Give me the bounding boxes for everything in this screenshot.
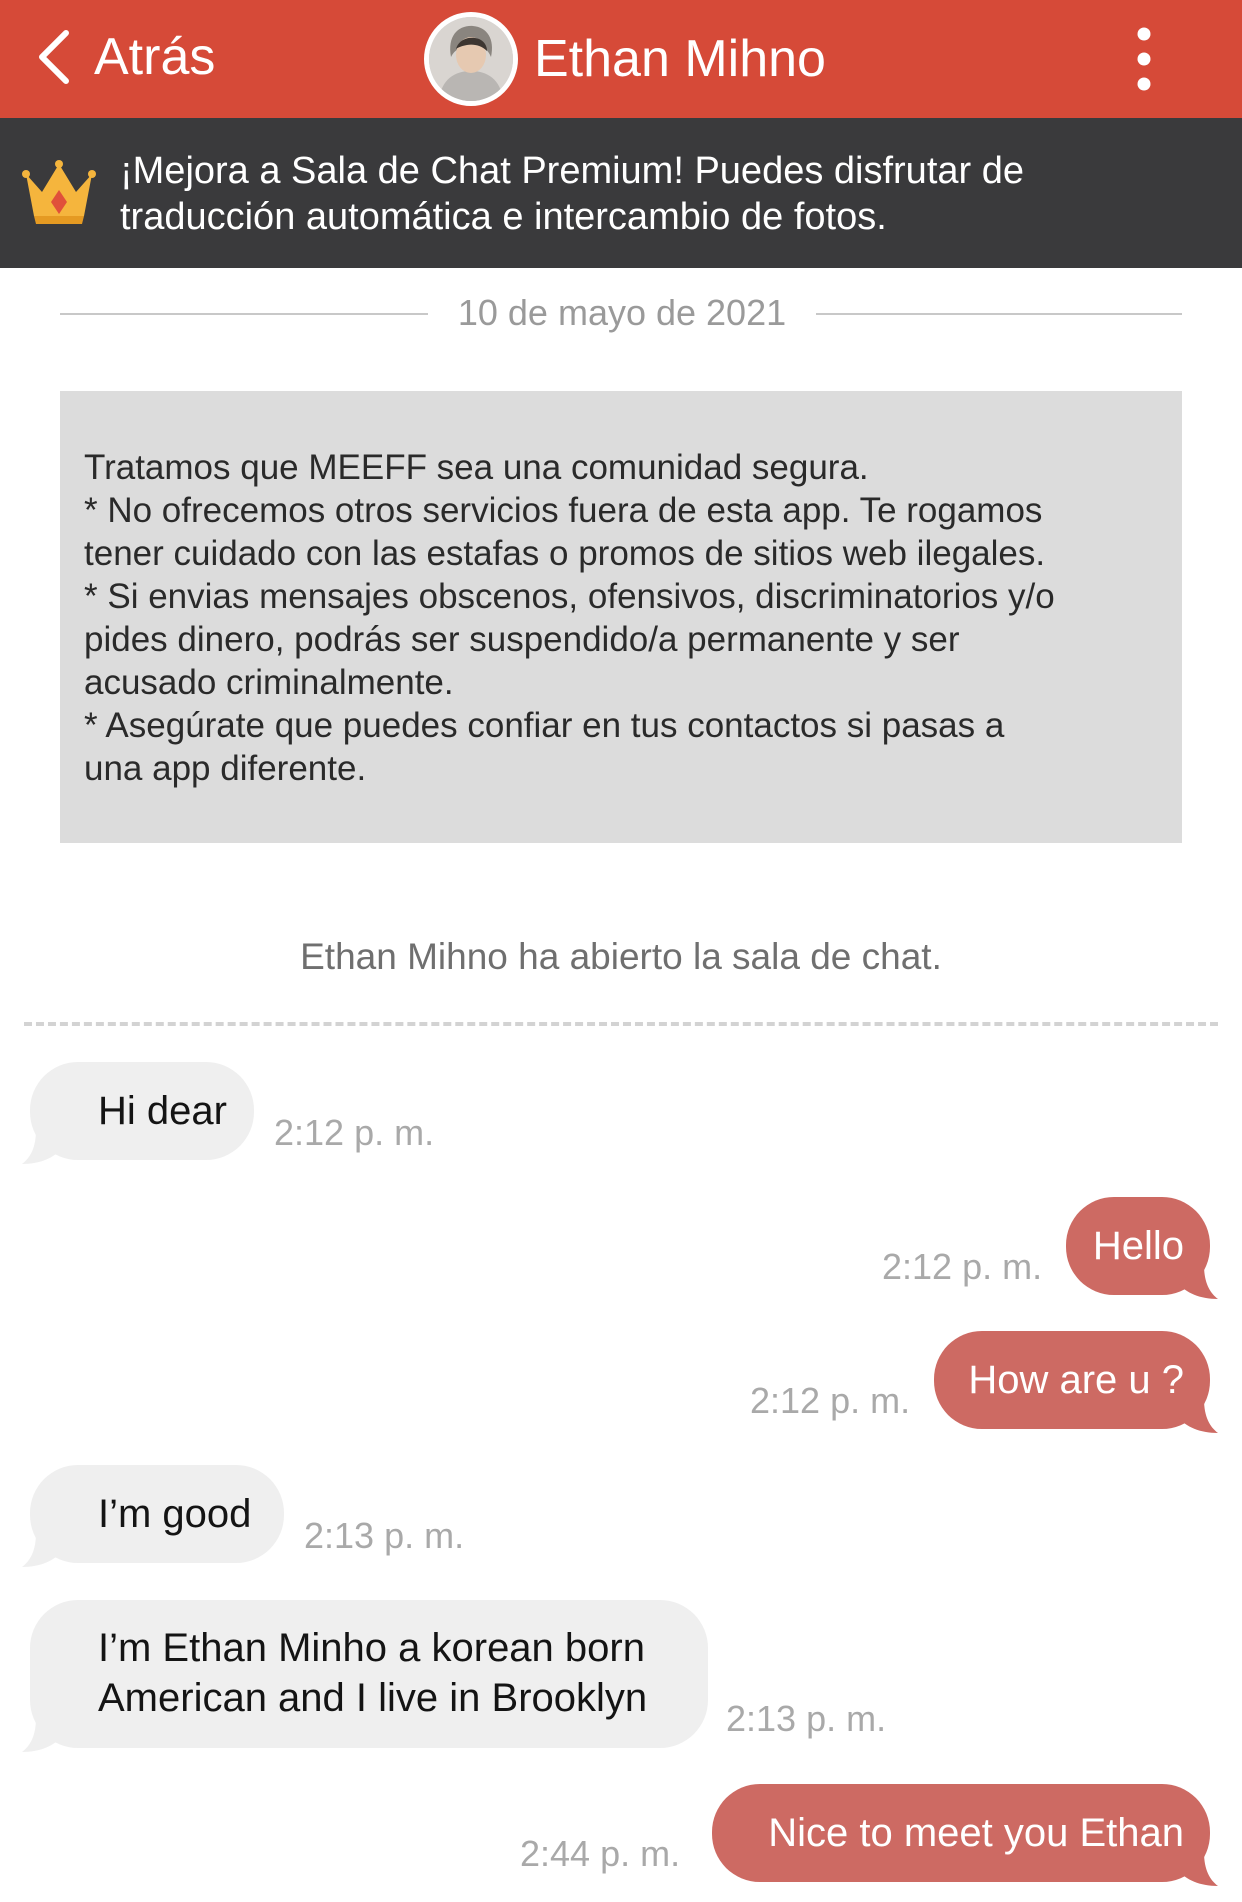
message-text: American and I live in Brooklyn bbox=[98, 1676, 648, 1720]
outgoing-message-bubble[interactable]: Nice to meet you Ethan bbox=[712, 1784, 1218, 1886]
back-button[interactable]: Atrás bbox=[36, 22, 215, 92]
crown-icon bbox=[22, 160, 96, 224]
incoming-message-bubble[interactable]: I’m good bbox=[22, 1465, 284, 1567]
bubble-tail bbox=[22, 1130, 62, 1164]
message-time: 2:12 p. m. bbox=[750, 1380, 911, 1421]
notice-line: * Asegúrate que puedes confiar en tus co… bbox=[84, 706, 1005, 745]
message-text: How are u ? bbox=[968, 1358, 1184, 1402]
notice-line: acusado criminalmente. bbox=[84, 663, 454, 702]
premium-line: traducción automática e intercambio de f… bbox=[120, 196, 887, 238]
bubble-tail bbox=[1178, 1852, 1218, 1886]
message-text: I’m Ethan Minho a korean born bbox=[98, 1626, 645, 1670]
back-label: Atrás bbox=[94, 28, 216, 86]
notice-line: tener cuidado con las estafas o promos d… bbox=[84, 534, 1046, 573]
premium-banner[interactable]: ¡Mejora a Sala de Chat Premium! Puedes d… bbox=[0, 118, 1242, 268]
incoming-message-bubble[interactable]: I’m Ethan Minho a korean born American a… bbox=[22, 1600, 708, 1752]
more-vertical-icon bbox=[1137, 27, 1151, 91]
message-time: 2:12 p. m. bbox=[882, 1246, 1043, 1287]
message-time: 2:12 p. m. bbox=[274, 1112, 435, 1153]
chat-title: Ethan Mihno bbox=[534, 30, 826, 88]
top-nav-bar: Atrás Ethan Mihno bbox=[0, 0, 1242, 118]
notice-line: una app diferente. bbox=[84, 749, 367, 788]
date-label: 10 de mayo de 2021 bbox=[457, 292, 787, 333]
bubble-tail bbox=[22, 1718, 62, 1752]
chevron-left-icon bbox=[39, 30, 69, 84]
bubble-tail bbox=[1178, 1265, 1218, 1299]
premium-message: ¡Mejora a Sala de Chat Premium! Puedes d… bbox=[120, 148, 1220, 240]
notice-line: Tratamos que MEEFF sea una comunidad seg… bbox=[84, 448, 869, 487]
chat-header[interactable]: Ethan Mihno bbox=[424, 4, 826, 114]
bubble-tail bbox=[1178, 1399, 1218, 1433]
message-text: Hello bbox=[1092, 1224, 1184, 1268]
message-text: Nice to meet you Ethan bbox=[768, 1811, 1184, 1855]
notice-line: * No ofrecemos otros servicios fuera de … bbox=[84, 491, 1043, 530]
system-message: Ethan Mihno ha abierto la sala de chat. bbox=[300, 936, 942, 977]
message-text: Hi dear bbox=[98, 1089, 227, 1133]
notice-line: * Si envias mensajes obscenos, ofensivos… bbox=[84, 577, 1055, 616]
message-time: 2:13 p. m. bbox=[304, 1515, 465, 1556]
message-time: 2:44 p. m. bbox=[520, 1833, 681, 1874]
divider-line bbox=[60, 313, 428, 315]
unread-divider bbox=[24, 1022, 1218, 1026]
avatar-photo bbox=[429, 17, 513, 101]
bubble-tail bbox=[22, 1533, 62, 1567]
message-time: 2:13 p. m. bbox=[726, 1698, 887, 1739]
message-text: I’m good bbox=[98, 1492, 252, 1536]
incoming-message-bubble[interactable]: Hi dear bbox=[22, 1062, 254, 1164]
avatar[interactable] bbox=[424, 12, 518, 106]
safety-notice: Tratamos que MEEFF sea una comunidad seg… bbox=[60, 391, 1182, 843]
premium-line: ¡Mejora a Sala de Chat Premium! Puedes d… bbox=[120, 150, 1024, 192]
outgoing-message-bubble[interactable]: Hello bbox=[1066, 1197, 1218, 1299]
date-divider: 10 de mayo de 2021 bbox=[60, 290, 1182, 336]
divider-line bbox=[816, 313, 1182, 315]
more-options-button[interactable] bbox=[1122, 24, 1166, 94]
notice-line: pides dinero, podrás ser suspendido/a pe… bbox=[84, 620, 960, 659]
outgoing-message-bubble[interactable]: How are u ? bbox=[934, 1331, 1218, 1433]
